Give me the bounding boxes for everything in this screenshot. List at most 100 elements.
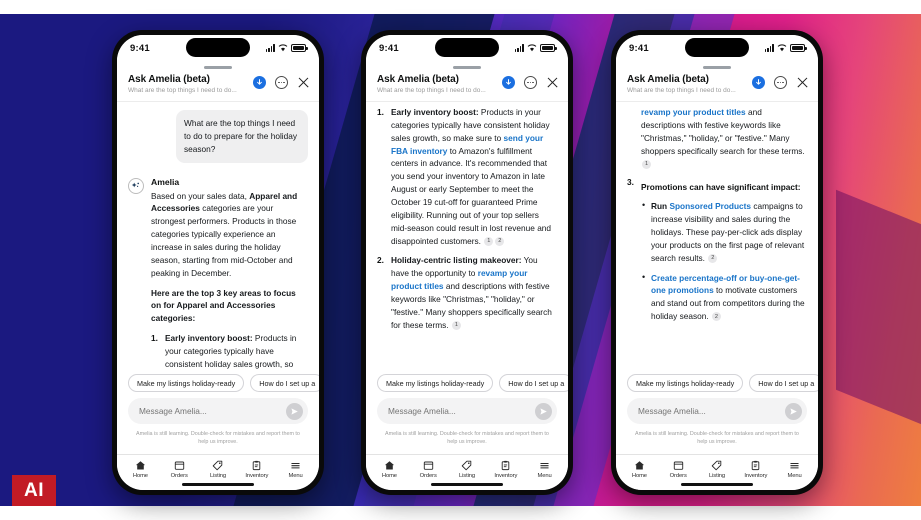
close-icon[interactable] [546,76,559,89]
citation-badge[interactable]: 1 [451,321,461,331]
tab-label: Inventory [744,473,768,479]
status-bar: 9:41 [117,35,319,61]
tab-listing[interactable]: Listing [448,460,487,479]
sheet-grabber-area[interactable] [366,61,568,72]
chat-scroll-area[interactable]: Early inventory boost: Products in your … [366,102,568,398]
download-icon[interactable] [752,76,765,89]
screenshot-stage: AI 9:41 Ask Amelia (beta) What are the t… [0,0,921,520]
citation-badge[interactable]: 1 [484,236,494,246]
home-indicator[interactable] [681,483,753,486]
bottom-tab-bar: Home Orders Listing Inventory Menu [117,453,319,481]
suggestion-chip[interactable]: How do I set up a [749,374,818,393]
tab-home[interactable]: Home [370,460,409,479]
tab-orders[interactable]: Orders [160,460,199,479]
ai-badge: AI [12,475,56,506]
clipboard-icon [750,460,761,471]
tab-inventory[interactable]: Inventory [486,460,525,479]
cellular-signal-icon [764,44,774,52]
tab-orders[interactable]: Orders [659,460,698,479]
close-icon[interactable] [796,76,809,89]
list-item-3: 3. Promotions can have significant impac… [627,177,807,323]
tab-label: Listing [708,473,726,479]
sheet-grabber[interactable] [703,66,731,69]
tab-menu[interactable]: Menu [525,460,564,479]
status-bar: 9:41 [366,35,568,61]
tab-home[interactable]: Home [620,460,659,479]
wifi-icon [278,44,288,52]
tab-label: Menu [537,473,552,479]
citation-badge[interactable]: 2 [711,312,721,322]
message-input[interactable] [139,406,286,417]
more-options-icon[interactable] [275,76,288,89]
tab-home[interactable]: Home [121,460,160,479]
assistant-text: categories are your strongest performers… [151,203,297,278]
more-options-icon[interactable] [524,76,537,89]
suggestion-chips: Make my listings holiday-ready How do I … [117,369,319,398]
phone-mockup-1: 9:41 Ask Amelia (beta) What are the top … [112,30,324,495]
status-bar-time: 9:41 [379,42,399,54]
home-icon [135,460,146,471]
tab-listing[interactable]: Listing [199,460,238,479]
sheet-grabber-area[interactable] [616,61,818,72]
tab-menu[interactable]: Menu [276,460,315,479]
sheet-grabber[interactable] [204,66,232,69]
assistant-numbered-list: Early inventory boost: Products in your … [377,106,557,332]
assistant-paragraph-continued: revamp your product titles and descripti… [627,106,807,170]
suggestion-chip[interactable]: How do I set up a [250,374,319,393]
tab-label: Inventory [245,473,269,479]
assistant-name: Amelia [151,176,180,187]
tab-menu[interactable]: Menu [775,460,814,479]
page-title: Ask Amelia (beta) [128,74,210,85]
citation-badge[interactable]: 1 [642,159,651,169]
message-composer[interactable] [627,398,807,425]
home-indicator[interactable] [182,483,254,486]
citation-badge[interactable]: 2 [495,236,505,246]
more-options-icon[interactable] [774,76,787,89]
send-icon[interactable] [785,402,802,420]
tab-label: Menu [288,473,303,479]
download-icon[interactable] [253,76,266,89]
message-composer[interactable] [377,398,557,425]
sheet-grabber[interactable] [453,66,481,69]
inline-link[interactable]: Sponsored Products [669,201,751,211]
message-composer[interactable] [128,398,308,425]
message-input[interactable] [638,406,785,417]
tab-label: Home [631,473,647,479]
chat-scroll-area[interactable]: What are the top things I need to do to … [117,102,319,398]
home-indicator-area [616,481,818,490]
send-icon[interactable] [535,402,552,420]
tag-icon [461,460,472,471]
wifi-icon [777,44,787,52]
tab-orders[interactable]: Orders [409,460,448,479]
tab-inventory[interactable]: Inventory [736,460,775,479]
tab-label: Orders [669,473,687,479]
sheet-grabber-area[interactable] [117,61,319,72]
home-indicator[interactable] [431,483,503,486]
suggestion-chip[interactable]: Make my listings holiday-ready [128,374,245,393]
disclaimer-text: Amelia is still learning. Double-check f… [616,424,818,454]
download-icon[interactable] [502,76,515,89]
list-item: Holiday-centric listing makeover: You ha… [377,254,557,331]
list-item-title: Early inventory boost: [165,333,253,344]
list-item-title: Promotions can have significant impact: [641,182,801,193]
send-icon[interactable] [286,402,303,420]
suggestion-chip[interactable]: How do I set up a [499,374,568,393]
assistant-paragraph: Based on your sales data, Apparel and Ac… [151,190,308,280]
inline-link[interactable]: revamp your product titles [641,107,746,117]
chat-scroll-area[interactable]: revamp your product titles and descripti… [616,102,818,398]
status-bar-time: 9:41 [130,42,150,54]
home-indicator-area [366,481,568,490]
assistant-text-bold: Here are the top 3 key areas to focus on… [151,287,296,324]
close-icon[interactable] [297,76,310,89]
suggestion-chip[interactable]: Make my listings holiday-ready [627,374,744,393]
sheet-header: Ask Amelia (beta) What are the top thing… [366,72,568,102]
citation-badge[interactable]: 2 [708,254,718,264]
tab-listing[interactable]: Listing [698,460,737,479]
message-input[interactable] [388,406,535,417]
suggestion-chip[interactable]: Make my listings holiday-ready [377,374,494,393]
phone-mockup-3: 9:41 Ask Amelia (beta) What are the top … [611,30,823,495]
tab-label: Orders [170,473,188,479]
battery-icon [790,44,807,52]
battery-icon [540,44,557,52]
tab-inventory[interactable]: Inventory [237,460,276,479]
